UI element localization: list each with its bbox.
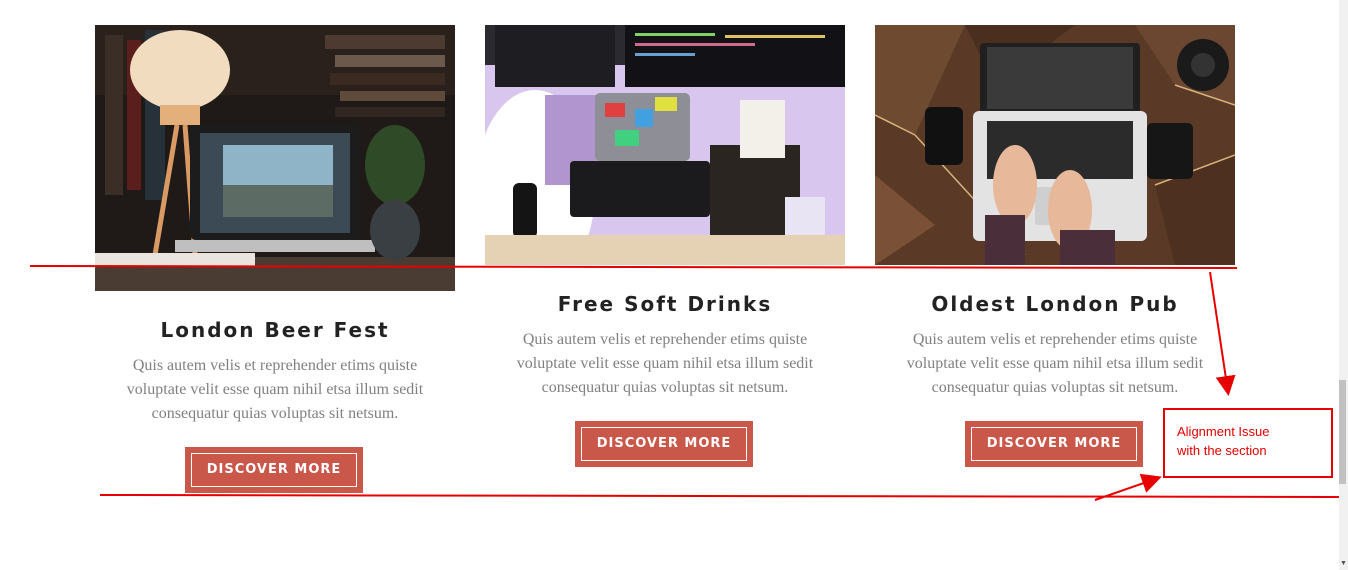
- callout-text-line2: with the section: [1177, 443, 1267, 458]
- event-card-free-soft-drinks: Free Soft Drinks Quis autem velis et rep…: [485, 25, 845, 470]
- page-scrollbar[interactable]: ▼: [1339, 0, 1348, 570]
- annotation-bottom-line: [99, 494, 1343, 498]
- card-image-laptop-desk[interactable]: [95, 25, 455, 291]
- card-image-laptop-typing[interactable]: [875, 25, 1235, 265]
- event-card-london-beer-fest: London Beer Fest Quis autem velis et rep…: [95, 25, 455, 495]
- annotation-callout: Alignment Issue with the section: [1163, 408, 1333, 478]
- card-description: Quis autem velis et reprehender etims qu…: [126, 357, 424, 422]
- annotation-arrow-up: [1094, 473, 1162, 501]
- callout-text-line1: Alignment Issue: [1177, 424, 1270, 439]
- card-title: London Beer Fest: [160, 318, 390, 342]
- card-description: Quis autem velis et reprehender etims qu…: [906, 331, 1204, 396]
- discover-more-label: DISCOVER MORE: [971, 427, 1137, 461]
- scrollbar-thumb[interactable]: [1339, 380, 1346, 484]
- laptop-typing-photo: [875, 25, 1235, 265]
- workstation-keyboard-photo: [485, 25, 845, 265]
- discover-more-button[interactable]: DISCOVER MORE: [185, 447, 363, 493]
- discover-more-label: DISCOVER MORE: [581, 427, 747, 461]
- card-description: Quis autem velis et reprehender etims qu…: [516, 331, 814, 396]
- scroll-down-arrow-icon[interactable]: ▼: [1339, 559, 1348, 568]
- discover-more-label: DISCOVER MORE: [191, 453, 357, 487]
- event-card-oldest-london-pub: Oldest London Pub Quis autem velis et re…: [875, 25, 1235, 470]
- discover-more-button[interactable]: DISCOVER MORE: [575, 421, 753, 467]
- card-title: Oldest London Pub: [931, 292, 1179, 316]
- card-image-workstation[interactable]: [485, 25, 845, 265]
- discover-more-button[interactable]: DISCOVER MORE: [965, 421, 1143, 467]
- laptop-desk-photo: [95, 25, 455, 291]
- card-title: Free Soft Drinks: [557, 292, 773, 316]
